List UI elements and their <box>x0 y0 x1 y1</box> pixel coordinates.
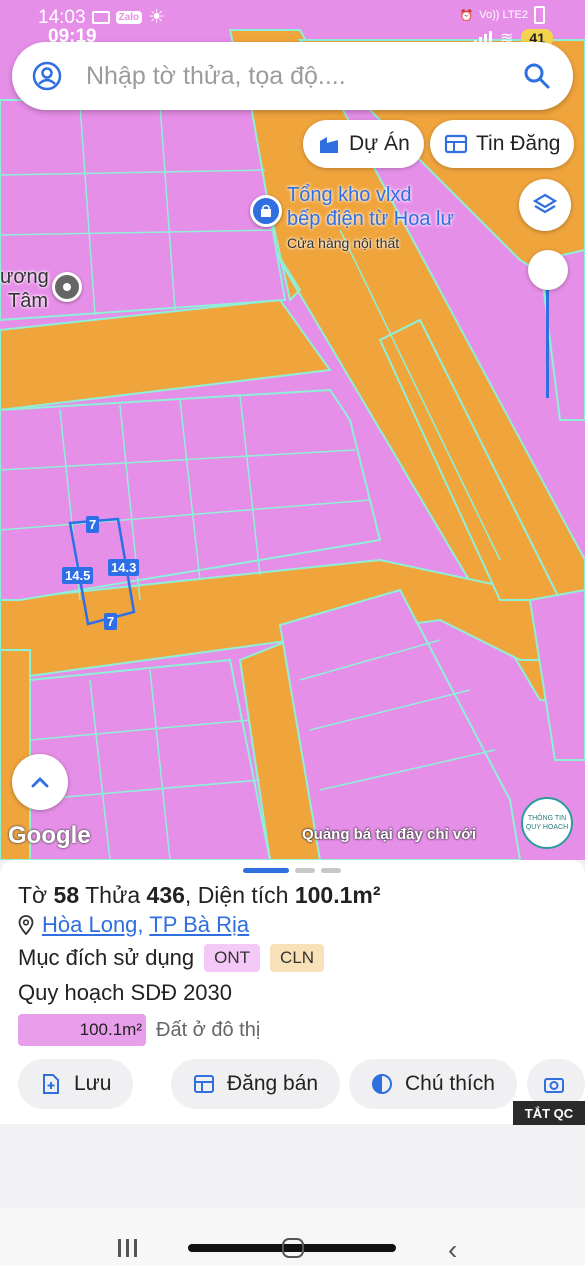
system-nav-bar: ‹ <box>0 1208 585 1266</box>
tin-dang-label: Tin Đăng <box>476 132 561 155</box>
sheet-label: Tờ <box>18 882 48 908</box>
poi-left-line1: ương <box>0 266 49 288</box>
area-label: Diện tích <box>197 882 289 908</box>
poi-name-line2: bếp điện từ Hoa lư <box>287 208 454 230</box>
listing-icon <box>194 1075 214 1093</box>
plan-area-bar: 100.1m² <box>18 1014 146 1046</box>
status-bar-right: ⏰ Vo)) LTE2 <box>460 6 545 24</box>
legend-button[interactable]: Chú thích <box>349 1059 517 1109</box>
pin-dot <box>63 283 71 291</box>
badge-line1: THÔNG TIN <box>527 815 567 822</box>
back-button[interactable]: ‹ <box>448 1234 457 1266</box>
tin-dang-button[interactable]: Tin Đăng <box>430 120 575 168</box>
buildings-icon <box>320 137 338 153</box>
contrast-icon <box>372 1074 392 1094</box>
du-an-button[interactable]: Dự Án <box>303 120 424 168</box>
sheet-pager[interactable] <box>243 868 341 873</box>
usage-tag-ont[interactable]: ONT <box>204 944 261 972</box>
usage-line: Mục đích sử dụng ONT CLN <box>18 944 325 972</box>
sell-label: Đăng bán <box>227 1072 319 1095</box>
plot-number: 436 <box>146 882 185 908</box>
recents-button[interactable] <box>118 1239 137 1257</box>
bag-icon <box>261 204 271 217</box>
home-button[interactable] <box>282 1238 304 1258</box>
dim-top: 7 <box>86 516 100 533</box>
badge-line2: QUY HOẠCH <box>525 824 569 831</box>
save-button[interactable]: Lưu <box>18 1059 134 1109</box>
search-input[interactable]: Nhập tờ thửa, tọa độ.... <box>86 62 523 91</box>
dim-left: 14.5 <box>62 567 94 584</box>
chevron-up-icon <box>31 777 49 788</box>
poi-name-line1: Tổng kho vlxd <box>287 184 412 206</box>
usage-tag-cln[interactable]: CLN <box>270 944 325 972</box>
turn-off-ads-button[interactable]: TẮT QC <box>513 1101 585 1125</box>
google-logo: Google <box>8 822 91 849</box>
sheet-number: 58 <box>53 882 80 908</box>
city-link[interactable]: TP Bà Rịa <box>149 912 249 937</box>
parcel-title: Tờ 58 Thửa 436, Diện tích 100.1m² <box>18 882 381 908</box>
quy-hoach-badge[interactable]: THÔNG TIN QUY HOẠCH <box>521 797 573 849</box>
poi-left-label[interactable]: ương Tâm <box>0 265 49 313</box>
user-icon[interactable] <box>32 61 62 91</box>
layers-button[interactable] <box>519 179 571 231</box>
usage-label: Mục đích sử dụng <box>18 945 195 970</box>
listing-icon <box>444 134 468 154</box>
poi-left-line2: Tâm <box>8 290 48 312</box>
poi-category: Cửa hàng nội thất <box>287 235 400 251</box>
plan-row: 100.1m² Đất ở đô thị <box>18 1014 260 1046</box>
plot-label: Thửa <box>85 882 141 908</box>
ward-link[interactable]: Hòa Long <box>42 912 137 937</box>
expand-button[interactable] <box>12 754 68 810</box>
gallery-icon <box>91 11 110 24</box>
save-doc-icon <box>43 1074 59 1094</box>
plan-title: Quy hoạch SDĐ 2030 <box>18 980 233 1005</box>
zalo-icon: Zalo <box>115 11 143 24</box>
legend-label: Chú thích <box>405 1072 495 1095</box>
dim-bottom: 7 <box>104 613 118 630</box>
opacity-slider-thumb[interactable] <box>528 250 568 290</box>
place-pin-icon[interactable] <box>52 272 82 302</box>
ads-banner-text[interactable]: Quảng bá tại đây chỉ với <box>302 826 476 843</box>
map-view[interactable]: 14:03 Zalo ☀ ⏰ Vo)) LTE2 09:19 ≋ 41 Nhập… <box>0 0 585 860</box>
dim-right: 14.3 <box>108 559 140 576</box>
battery-icon <box>534 6 545 24</box>
camera-add-icon <box>544 1078 564 1093</box>
du-an-label: Dự Án <box>349 132 410 155</box>
carrier-label: Vo)) LTE2 <box>479 9 528 21</box>
shop-pin-icon[interactable] <box>250 195 282 227</box>
plan-type-label: Đất ở đô thị <box>156 1018 261 1041</box>
alarm-icon: ⏰ <box>459 9 474 22</box>
parcel-info-sheet[interactable]: Tờ 58 Thửa 436, Diện tích 100.1m² Hòa Lo… <box>0 860 585 1125</box>
search-bar[interactable]: Nhập tờ thửa, tọa độ.... <box>12 42 573 110</box>
save-label: Lưu <box>74 1072 112 1095</box>
opacity-slider-track[interactable] <box>546 280 549 398</box>
search-icon[interactable] <box>523 62 551 90</box>
location-pin-icon <box>18 915 34 935</box>
layers-icon <box>532 193 558 214</box>
poi-label[interactable]: Tổng kho vlxd bếp điện từ Hoa lư Cửa hàn… <box>287 183 454 255</box>
location-line: Hòa Long, TP Bà Rịa <box>18 912 249 938</box>
sell-button[interactable]: Đăng bán <box>171 1059 341 1109</box>
weather-icon: ☀ <box>148 7 166 28</box>
area-value: 100.1m² <box>294 882 381 908</box>
